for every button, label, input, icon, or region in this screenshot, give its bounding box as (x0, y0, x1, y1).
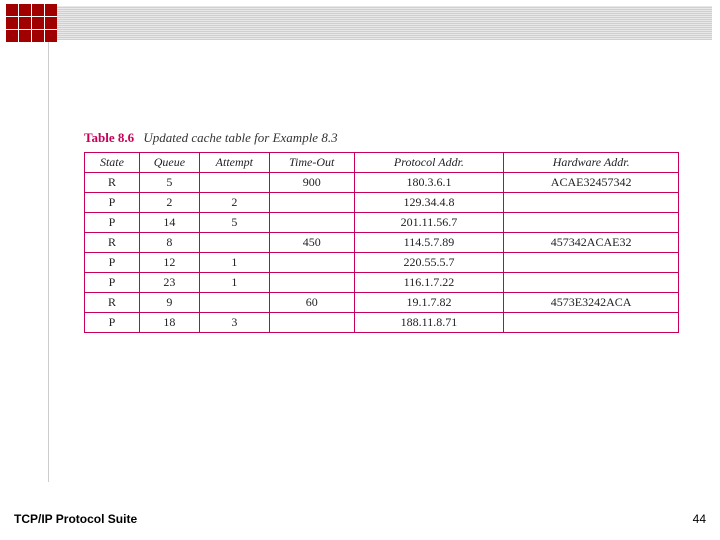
col-header-hw: Hardware Addr. (504, 153, 679, 173)
table-body: R5900180.3.6.1ACAE32457342P22129.34.4.8P… (85, 173, 679, 333)
col-header-queue: Queue (139, 153, 199, 173)
cell-queue: 14 (139, 213, 199, 233)
table-row: P145 201.11.56.7 (85, 213, 679, 233)
table-title: Updated cache table for Example 8.3 (143, 130, 337, 145)
cell-queue: 8 (139, 233, 199, 253)
table-row: R8 450114.5.7.89457342ACAE32 (85, 233, 679, 253)
table-row: R9 6019.1.7.824573E3242ACA (85, 293, 679, 313)
cell-proto: 114.5.7.89 (354, 233, 504, 253)
table-row: R5 900180.3.6.1ACAE32457342 (85, 173, 679, 193)
cell-attempt (199, 173, 269, 193)
col-header-proto: Protocol Addr. (354, 153, 504, 173)
cell-timeout (269, 213, 354, 233)
cell-timeout: 450 (269, 233, 354, 253)
table-header-row: State Queue Attempt Time-Out Protocol Ad… (85, 153, 679, 173)
cache-table: State Queue Attempt Time-Out Protocol Ad… (84, 152, 679, 333)
col-header-state: State (85, 153, 140, 173)
cell-hw: 457342ACAE32 (504, 233, 679, 253)
footer-text: TCP/IP Protocol Suite (14, 512, 137, 526)
cell-proto: 188.11.8.71 (354, 313, 504, 333)
table-row: P121 220.55.5.7 (85, 253, 679, 273)
vertical-divider (48, 42, 49, 482)
cell-attempt: 1 (199, 273, 269, 293)
cell-proto: 220.55.5.7 (354, 253, 504, 273)
cell-timeout (269, 273, 354, 293)
slide-footer: TCP/IP Protocol Suite 44 (14, 512, 706, 526)
cell-state: P (85, 273, 140, 293)
cell-hw (504, 193, 679, 213)
col-header-attempt: Attempt (199, 153, 269, 173)
table-label: Table 8.6 (84, 130, 134, 145)
cell-proto: 116.1.7.22 (354, 273, 504, 293)
cell-queue: 23 (139, 273, 199, 293)
cell-state: P (85, 253, 140, 273)
cell-hw (504, 273, 679, 293)
cell-timeout (269, 253, 354, 273)
cell-hw: 4573E3242ACA (504, 293, 679, 313)
cell-attempt: 5 (199, 213, 269, 233)
cell-attempt: 2 (199, 193, 269, 213)
slide-content: Table 8.6 Updated cache table for Exampl… (84, 130, 690, 333)
cell-hw: ACAE32457342 (504, 173, 679, 193)
col-header-timeout: Time-Out (269, 153, 354, 173)
cell-state: R (85, 293, 140, 313)
cell-timeout: 900 (269, 173, 354, 193)
cell-state: R (85, 233, 140, 253)
page-number: 44 (693, 512, 706, 526)
cell-timeout (269, 193, 354, 213)
table-caption: Table 8.6 Updated cache table for Exampl… (84, 130, 690, 146)
cell-state: P (85, 193, 140, 213)
table-row: P183 188.11.8.71 (85, 313, 679, 333)
cell-hw (504, 213, 679, 233)
cell-state: P (85, 313, 140, 333)
cell-proto: 180.3.6.1 (354, 173, 504, 193)
cell-attempt (199, 233, 269, 253)
cell-proto: 129.34.4.8 (354, 193, 504, 213)
cell-state: R (85, 173, 140, 193)
table-row: P22129.34.4.8 (85, 193, 679, 213)
cell-hw (504, 253, 679, 273)
cell-attempt: 1 (199, 253, 269, 273)
cell-hw (504, 313, 679, 333)
logo-grid-icon (6, 4, 57, 42)
cell-attempt: 3 (199, 313, 269, 333)
cell-queue: 9 (139, 293, 199, 313)
cell-queue: 12 (139, 253, 199, 273)
header-band (42, 6, 712, 40)
cell-state: P (85, 213, 140, 233)
cell-proto: 201.11.56.7 (354, 213, 504, 233)
cell-timeout (269, 313, 354, 333)
table-row: P231 116.1.7.22 (85, 273, 679, 293)
cell-proto: 19.1.7.82 (354, 293, 504, 313)
cell-queue: 18 (139, 313, 199, 333)
cell-timeout: 60 (269, 293, 354, 313)
cell-queue: 2 (139, 193, 199, 213)
cell-queue: 5 (139, 173, 199, 193)
cell-attempt (199, 293, 269, 313)
